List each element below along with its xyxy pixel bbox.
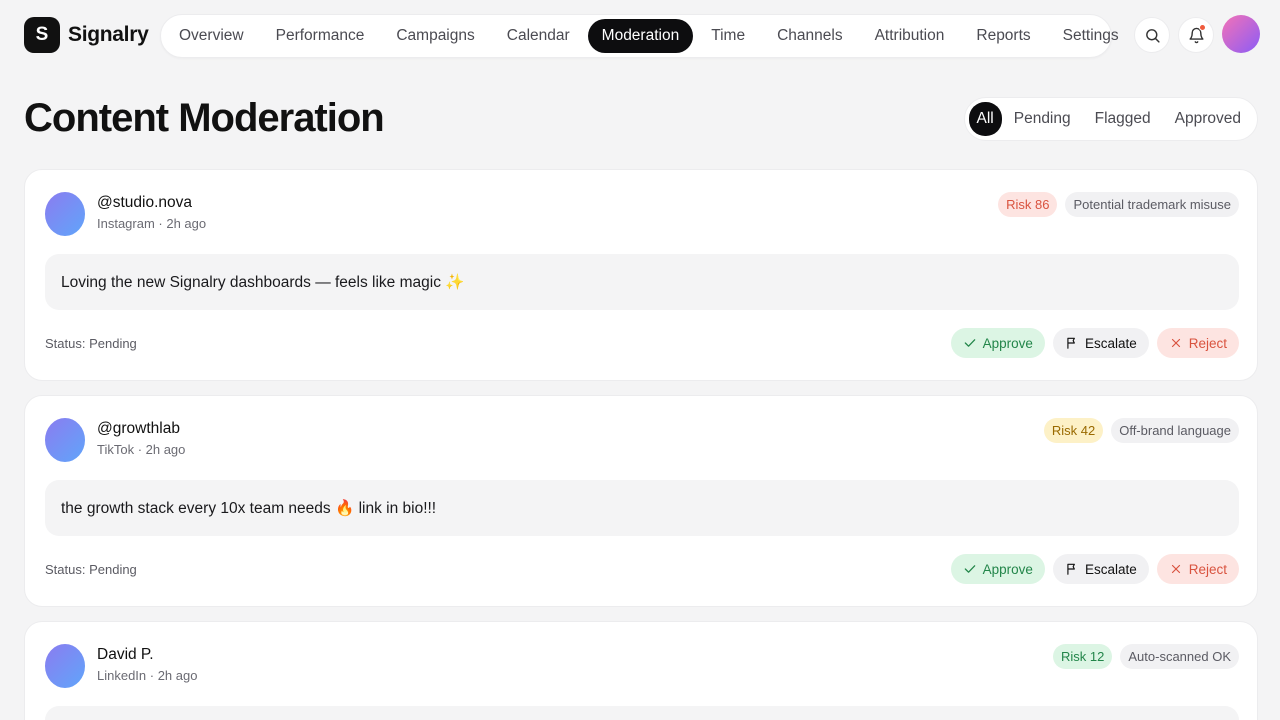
moderation-actions: Approve Escalate Reject	[950, 554, 1239, 584]
notifications-button[interactable]	[1178, 17, 1214, 53]
flag-icon	[1067, 563, 1075, 575]
nav-item-settings[interactable]: Settings	[1049, 19, 1133, 53]
search-icon	[1145, 28, 1160, 43]
moderation-card: David P. LinkedIn · 2h ago Risk 12 Auto-…	[24, 621, 1258, 720]
x-icon	[1171, 338, 1180, 348]
author-handle[interactable]: David P.	[97, 646, 154, 664]
moderation-actions: Approve Escalate Reject	[950, 328, 1239, 358]
post-tags: Risk 12 Auto-scanned OK	[1053, 644, 1239, 669]
author-avatar	[45, 418, 85, 462]
escalate-button[interactable]: Escalate	[1052, 554, 1149, 584]
reject-button[interactable]: Reject	[1156, 554, 1239, 584]
risk-badge: Risk 12	[1053, 644, 1113, 669]
post-tags: Risk 42 Off-brand language	[1043, 418, 1239, 443]
brand-name: Signalry	[68, 23, 149, 46]
status-filter: All Pending Flagged Approved	[963, 97, 1258, 141]
filter-flagged[interactable]: Flagged	[1083, 102, 1163, 136]
check-icon	[964, 565, 975, 573]
flag-reason-badge: Potential trademark misuse	[1065, 192, 1239, 217]
approve-label: Approve	[982, 561, 1033, 577]
nav-item-campaigns[interactable]: Campaigns	[382, 19, 488, 53]
post-status: Status: Pending	[45, 562, 137, 577]
nav-item-time[interactable]: Time	[697, 19, 759, 53]
post-meta: LinkedIn · 2h ago	[97, 668, 198, 683]
flag-reason-badge: Off-brand language	[1111, 418, 1239, 443]
escalate-button[interactable]: Escalate	[1052, 328, 1149, 358]
author-avatar	[45, 192, 85, 236]
filter-all[interactable]: All	[968, 102, 1002, 136]
post-status: Status: Pending	[45, 336, 137, 351]
author-handle[interactable]: @growthlab	[97, 420, 180, 438]
flag-icon	[1067, 337, 1075, 349]
nav-item-moderation[interactable]: Moderation	[587, 19, 694, 53]
nav-item-performance[interactable]: Performance	[262, 19, 379, 53]
approve-button[interactable]: Approve	[950, 328, 1045, 358]
x-icon	[1171, 564, 1180, 574]
main-nav: Overview Performance Campaigns Calendar …	[160, 14, 1119, 58]
check-icon	[964, 339, 975, 347]
brand[interactable]: S Signalry	[24, 17, 160, 53]
post-content	[45, 706, 1239, 720]
reject-label: Reject	[1188, 561, 1227, 577]
post-content: Loving the new Signalry dashboards — fee…	[45, 254, 1239, 310]
nav-item-overview[interactable]: Overview	[165, 19, 258, 53]
escalate-label: Escalate	[1084, 561, 1137, 577]
filter-approved[interactable]: Approved	[1163, 102, 1253, 136]
risk-badge: Risk 42	[1043, 418, 1104, 443]
escalate-label: Escalate	[1084, 335, 1137, 351]
author-handle[interactable]: @studio.nova	[97, 194, 192, 212]
post-tags: Risk 86 Potential trademark misuse	[998, 192, 1239, 217]
nav-item-channels[interactable]: Channels	[763, 19, 857, 53]
notification-dot	[1199, 24, 1206, 31]
post-content: the growth stack every 10x team needs 🔥 …	[45, 480, 1239, 536]
risk-badge: Risk 86	[998, 192, 1058, 217]
approve-label: Approve	[982, 335, 1033, 351]
moderation-card: @growthlab TikTok · 2h ago Risk 42 Off-b…	[24, 395, 1258, 607]
user-avatar[interactable]	[1222, 15, 1260, 53]
approve-button[interactable]: Approve	[950, 554, 1045, 584]
reject-label: Reject	[1188, 335, 1227, 351]
brand-logo: S	[24, 17, 60, 53]
post-meta: Instagram · 2h ago	[97, 216, 207, 231]
post-meta: TikTok · 2h ago	[97, 442, 186, 457]
nav-item-attribution[interactable]: Attribution	[861, 19, 959, 53]
search-button[interactable]	[1134, 17, 1170, 53]
flag-reason-badge: Auto-scanned OK	[1120, 644, 1239, 669]
page-title: Content Moderation	[24, 96, 385, 140]
nav-item-reports[interactable]: Reports	[962, 19, 1044, 53]
filter-pending[interactable]: Pending	[1002, 102, 1083, 136]
moderation-card: @studio.nova Instagram · 2h ago Risk 86 …	[24, 169, 1258, 381]
author-avatar	[45, 644, 85, 688]
reject-button[interactable]: Reject	[1156, 328, 1239, 358]
nav-item-calendar[interactable]: Calendar	[493, 19, 584, 53]
